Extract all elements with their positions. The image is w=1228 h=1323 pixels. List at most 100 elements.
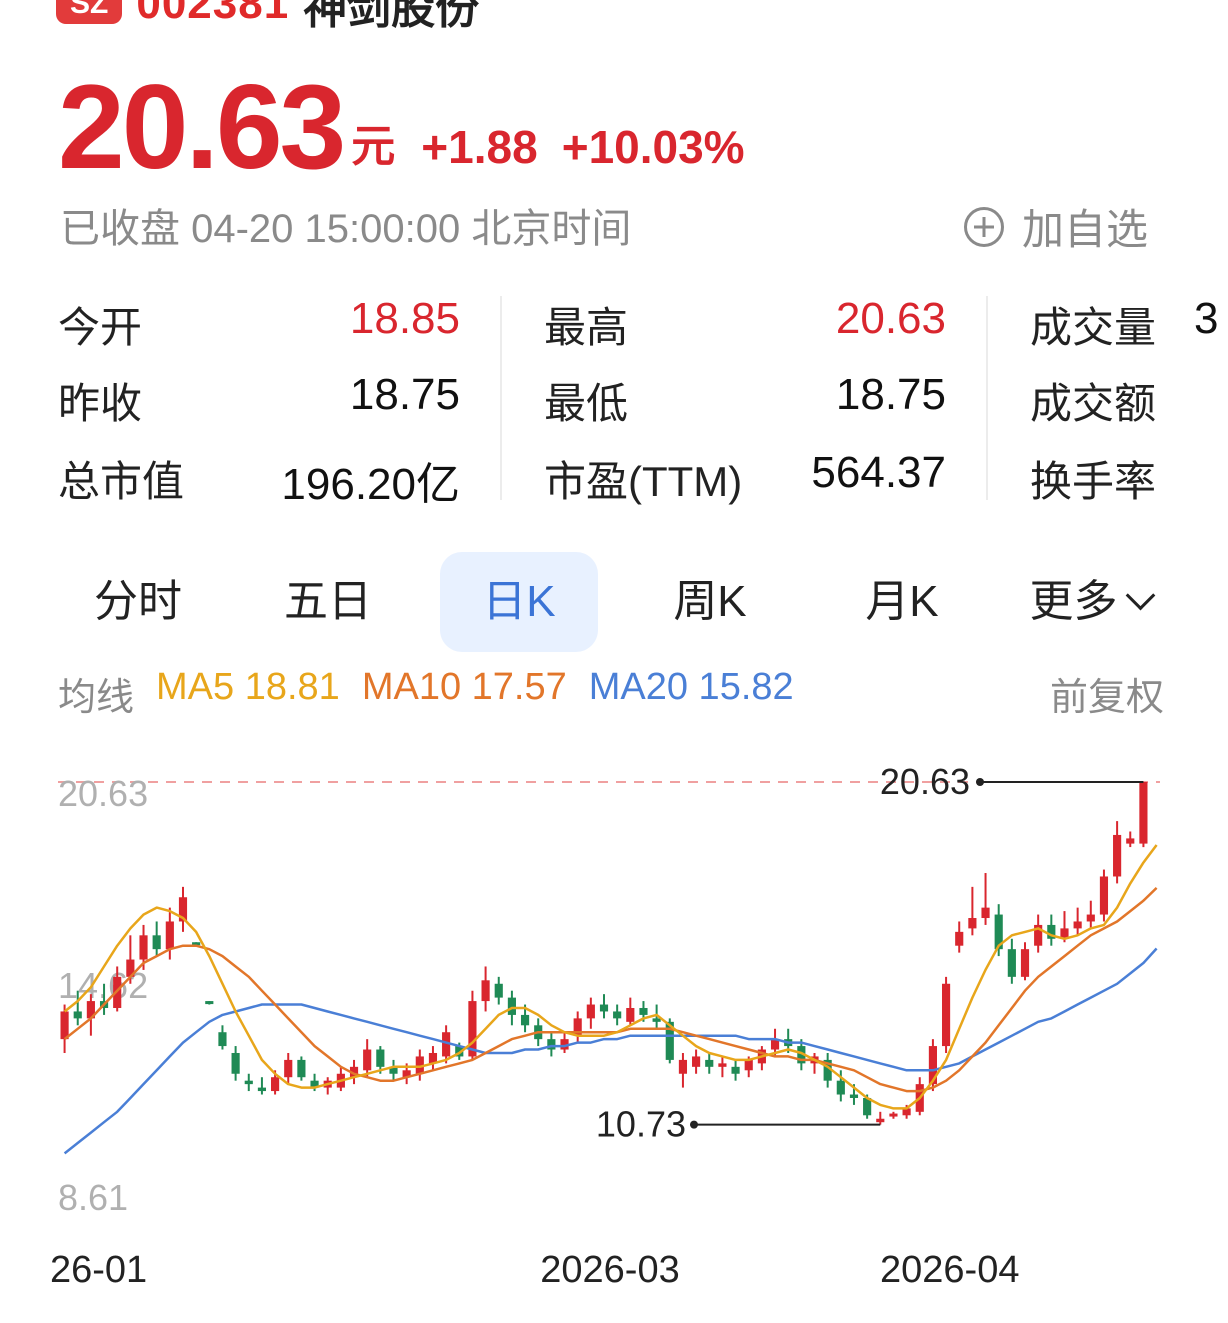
candle-body	[718, 1063, 727, 1067]
tab-monthly-k[interactable]: 月K	[822, 552, 982, 652]
ma5-value: MA5 18.81	[156, 666, 340, 708]
candle-body	[1073, 921, 1082, 929]
candle-body	[297, 1059, 306, 1078]
candle-body	[231, 1052, 240, 1074]
candle-body	[1113, 834, 1122, 877]
market-status: 已收盘 04-20 15:00:00 北京时间	[60, 207, 632, 251]
price-change: +1.88	[421, 121, 538, 173]
tab-daily-k[interactable]: 日K	[440, 552, 598, 652]
candle-body	[73, 1011, 82, 1019]
candle-body	[1099, 876, 1109, 915]
candle-body	[1126, 838, 1135, 844]
stats-grid: 今开 18.85 昨收 18.75 总市值 196.20亿 最高 20.63 最…	[0, 290, 1228, 510]
candle-body	[1139, 782, 1148, 844]
candle-body	[889, 1113, 898, 1117]
candle-body	[981, 907, 990, 919]
tab-five-day[interactable]: 五日	[248, 552, 408, 652]
candle-body	[586, 1004, 595, 1019]
price-adjust-mode[interactable]: 前复权	[1050, 666, 1164, 721]
x-axis-label: 26-01	[50, 1249, 147, 1291]
tab-intraday[interactable]: 分时	[58, 552, 218, 652]
candle-body	[218, 1032, 227, 1047]
candle-body	[1007, 949, 1016, 977]
candle-body	[652, 1018, 661, 1022]
chart-period-tabs: 分时 五日 日K 周K 月K 更多	[0, 552, 1228, 652]
stat-label-market-cap: 总市值	[58, 458, 185, 505]
candle-body	[60, 1011, 69, 1040]
ma10-value: MA10 17.57	[361, 666, 567, 708]
candle-body	[731, 1066, 740, 1074]
high-marker-dot	[976, 778, 984, 786]
market-badge: SZ	[56, 0, 123, 24]
candle-body	[705, 1059, 714, 1067]
candle-body	[481, 980, 490, 1002]
candle-body	[626, 1007, 635, 1022]
y-axis-label-top: 20.63	[58, 773, 148, 814]
x-axis-label: 2026-04	[880, 1249, 1019, 1291]
stat-label-volume: 成交量	[1030, 304, 1157, 351]
candle-body	[284, 1059, 293, 1078]
ma-legend: 均线 MA5 18.81 MA10 17.57 MA20 15.82	[58, 666, 794, 721]
candle-body	[1086, 914, 1095, 922]
add-to-watchlist-button[interactable]: 加自选	[964, 196, 1148, 257]
price-change-percent: +10.03%	[561, 121, 745, 173]
candle-body	[205, 1001, 214, 1005]
chevron-down-icon	[1125, 580, 1155, 611]
candle-body	[139, 935, 148, 960]
stat-label-prev-close: 昨收	[58, 380, 143, 427]
stat-value-low: 18.75	[835, 370, 946, 419]
candle-body	[165, 921, 174, 950]
markers-layer: 20.63 10.73	[596, 761, 1144, 1145]
candle-body	[744, 1059, 753, 1071]
stat-label-high: 最高	[544, 304, 629, 351]
candle-body	[257, 1087, 267, 1092]
y-axis-label-bottom: 8.61	[58, 1177, 128, 1218]
plus-circle-icon	[964, 206, 1004, 247]
candle-body	[520, 1014, 530, 1026]
stat-label-turnover-rate: 换手率	[1030, 458, 1157, 505]
candle-body	[599, 1004, 609, 1012]
stat-value-pe-ttm: 564.37	[811, 448, 946, 497]
stat-label-low: 最低	[544, 380, 629, 427]
candle-body	[955, 931, 964, 946]
stock-header: SZ 002381 神剑股份	[56, 0, 479, 33]
candle-body	[152, 935, 161, 950]
stat-label-turnover: 成交额	[1030, 380, 1157, 427]
price-row: 20.63 元 +1.88 +10.03%	[58, 60, 745, 194]
stat-value-high: 20.63	[835, 294, 946, 343]
stat-value-volume: 3	[1194, 294, 1219, 343]
stat-label-pe-ttm: 市盈(TTM)	[544, 458, 743, 505]
price-unit: 元	[351, 122, 396, 171]
kline-chart[interactable]: 20.63 14.62 8.61 20.6310.73 26-01 2026-0…	[0, 740, 1228, 1310]
stock-code: 002381	[136, 0, 290, 28]
candle-body	[507, 997, 516, 1015]
candle-body	[271, 1077, 280, 1092]
tab-more-label: 更多	[1029, 577, 1118, 626]
candle-body	[876, 1118, 885, 1123]
column-divider	[500, 296, 502, 500]
tab-more[interactable]: 更多	[1010, 552, 1170, 652]
candle-body	[494, 983, 503, 998]
candles-layer	[60, 782, 1148, 1125]
stat-value-open: 18.85	[349, 294, 460, 343]
candle-body	[968, 918, 977, 929]
current-price: 20.63	[58, 60, 346, 194]
candle-body	[692, 1056, 701, 1067]
tab-weekly-k[interactable]: 周K	[630, 552, 790, 652]
candle-body	[639, 1007, 648, 1015]
low-marker-dot	[690, 1120, 698, 1129]
ma20-value: MA20 15.82	[588, 666, 794, 708]
candle-body	[836, 1080, 845, 1095]
candle-body	[849, 1094, 859, 1098]
stat-label-open: 今开	[58, 304, 143, 351]
candle-body	[376, 1049, 385, 1067]
high-marker-label: 20.63	[880, 761, 970, 802]
x-axis-label: 2026-03	[540, 1249, 679, 1291]
candle-body	[1020, 949, 1030, 977]
ma5-line	[63, 844, 1158, 1110]
stat-value-prev-close: 18.75	[349, 370, 460, 419]
column-divider	[986, 296, 988, 500]
stock-name: 神剑股份	[303, 0, 480, 33]
candle-body	[613, 1011, 622, 1019]
candle-body	[678, 1059, 688, 1074]
